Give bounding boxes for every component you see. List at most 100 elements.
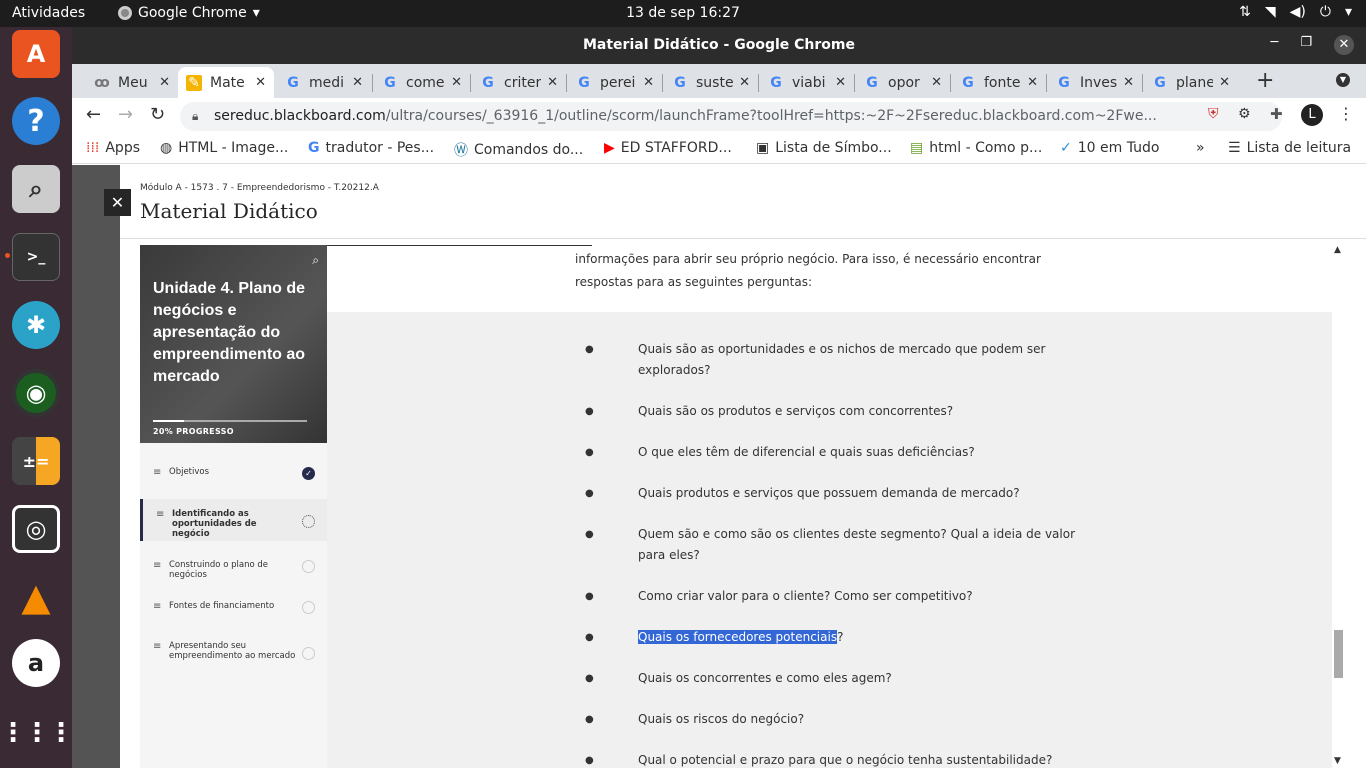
close-tab-icon[interactable]: ✕ xyxy=(451,75,462,90)
tab[interactable]: ꝏ Meu ✕ xyxy=(86,67,178,98)
screen-recorder-icon[interactable]: ◎ xyxy=(12,505,60,553)
tab[interactable]: G Inves ✕ xyxy=(1048,67,1142,98)
screenshot-icon[interactable]: ⌕ xyxy=(12,165,60,213)
bullet: ● xyxy=(585,591,594,602)
system-tray[interactable]: ⇅ ◥ ◀) ⏻ ▾ xyxy=(1239,4,1352,20)
bookmark-item[interactable]: ▶ ED STAFFORD... xyxy=(604,140,732,156)
menu-kebab-icon[interactable]: ⋮ xyxy=(1338,104,1354,123)
close-panel-button[interactable]: ✕ xyxy=(104,189,131,216)
nav-item-objetivos[interactable]: ≡ Objetivos ✓ xyxy=(140,467,327,480)
close-tab-icon[interactable]: ✕ xyxy=(643,75,654,90)
new-tab-icon[interactable]: + xyxy=(1256,68,1274,93)
list-item: ● Quais são as oportunidades e os nichos … xyxy=(585,339,1078,381)
search-icon[interactable]: ⌕ xyxy=(312,253,319,268)
intro-block: informações para abrir seu próprio negóc… xyxy=(327,245,1332,312)
extensions-puzzle-icon[interactable]: ✚ xyxy=(1270,105,1283,123)
tab-active[interactable]: ✎ Mate ✕ xyxy=(178,67,274,98)
material-panel: Módulo A - 1573 . 7 - Empreendedorismo -… xyxy=(104,165,1366,768)
help-icon[interactable]: ? xyxy=(12,97,60,145)
close-tab-icon[interactable]: ✕ xyxy=(1027,75,1038,90)
forward-icon[interactable]: → xyxy=(118,104,133,125)
url-path: /ultra/courses/_63916_1/outline/scorm/la… xyxy=(385,108,1157,124)
bookmark-label: tradutor - Pes... xyxy=(325,140,435,156)
reading-list[interactable]: ☰ Lista de leitura xyxy=(1228,140,1351,156)
tab-search-icon[interactable]: ▼ xyxy=(1336,73,1350,87)
close-tab-icon[interactable]: ✕ xyxy=(1219,75,1230,90)
bookmark-item[interactable]: ◍ HTML - Image... xyxy=(160,140,288,156)
tab[interactable]: G fonte ✕ xyxy=(952,67,1046,98)
tab[interactable]: G plane ✕ xyxy=(1144,67,1238,98)
bullet: ● xyxy=(585,488,594,499)
amazon-icon[interactable]: a xyxy=(12,639,60,687)
close-tab-icon[interactable]: ✕ xyxy=(1123,75,1134,90)
tab-label: medi xyxy=(309,74,345,91)
nav-item-fontes[interactable]: ≡ Fontes de financiamento xyxy=(140,601,327,614)
text-lines-icon: ≡ xyxy=(153,467,162,478)
text-lines-icon: ≡ xyxy=(153,601,162,612)
close-tab-icon[interactable]: ✕ xyxy=(547,75,558,90)
bookmark-item[interactable]: Gtradutor - Pes... xyxy=(308,140,434,156)
bookmark-label: html - Como p... xyxy=(929,140,1043,156)
software-center-icon[interactable]: A xyxy=(12,30,60,78)
nav-item-apresentando[interactable]: ≡ Apresentando seu empreendimento ao mer… xyxy=(140,641,327,661)
close-tab-icon[interactable]: ✕ xyxy=(931,75,942,90)
blackboard-icon: ꝏ xyxy=(94,74,110,91)
bookmarks-overflow[interactable]: » xyxy=(1196,140,1205,156)
extension-icon[interactable]: ⚙ xyxy=(1238,106,1251,122)
bullet: ● xyxy=(585,632,594,643)
network-icon: ⇅ xyxy=(1239,4,1251,20)
close-tab-icon[interactable]: ✕ xyxy=(739,75,750,90)
window-titlebar: Material Didático - Google Chrome ─ ❐ ✕ xyxy=(72,27,1366,64)
address-bar[interactable]: 🔒︎ sereduc.blackboard.com/ultra/courses/… xyxy=(180,102,1282,131)
tab[interactable]: G medi ✕ xyxy=(277,67,371,98)
app-menu[interactable]: Google Chrome ▾ xyxy=(118,5,260,21)
bookmark-apps[interactable]: ⁞⁞⁞ Apps xyxy=(86,140,140,156)
scroll-down-icon[interactable]: ▼ xyxy=(1334,756,1341,766)
bookmark-label: ED STAFFORD... xyxy=(620,140,732,156)
tab-label: opor xyxy=(888,74,920,91)
maximize-icon[interactable]: ❐ xyxy=(1300,35,1312,55)
vlc-icon[interactable]: ▲ xyxy=(12,573,60,621)
google-icon: G xyxy=(866,74,878,91)
close-tab-icon[interactable]: ✕ xyxy=(159,75,170,90)
extension-shield-icon[interactable]: ⛨ xyxy=(1208,106,1219,122)
tab[interactable]: G viabi ✕ xyxy=(760,67,854,98)
bookmark-item[interactable]: ▣ Lista de Símbo... xyxy=(756,140,892,156)
tab[interactable]: G perei ✕ xyxy=(568,67,662,98)
list-item: ● Quem são e como são os clientes deste s… xyxy=(585,524,1078,566)
tab[interactable]: G come ✕ xyxy=(374,67,470,98)
nav-item-identificando[interactable]: ≡ Identificando as oportunidades de negó… xyxy=(140,499,327,541)
close-tab-icon[interactable]: ✕ xyxy=(352,75,363,90)
tab[interactable]: G opor ✕ xyxy=(856,67,950,98)
activities-button[interactable]: Atividades xyxy=(12,5,85,21)
minimize-icon[interactable]: ─ xyxy=(1271,35,1279,55)
calculator-icon[interactable]: ±= xyxy=(12,437,60,485)
camera-app-icon[interactable]: ◉ xyxy=(12,369,60,417)
bullet: ● xyxy=(585,714,594,725)
tab-label: plane xyxy=(1176,74,1214,91)
chevron-down-icon: ▾ xyxy=(1344,4,1352,20)
close-tab-icon[interactable]: ✕ xyxy=(835,75,846,90)
selected-text[interactable]: Quais os fornecedores potenciais xyxy=(638,630,838,644)
list-item-text: Como criar valor para o cliente? Como se… xyxy=(638,589,973,603)
scrollbar-thumb[interactable] xyxy=(1334,630,1343,678)
bookmark-item[interactable]: ✓ 10 em Tudo xyxy=(1060,140,1159,156)
status-circle-icon xyxy=(302,560,315,573)
content-scrollbar[interactable]: ▲ ▼ xyxy=(1332,245,1346,768)
bookmark-item[interactable]: ▤ html - Como p... xyxy=(910,140,1042,156)
reload-icon[interactable]: ↻ xyxy=(150,104,165,125)
list-item-text-rest: ? xyxy=(837,630,844,644)
show-apps-icon[interactable]: ⋮⋮⋮ xyxy=(0,709,74,757)
bookmark-item[interactable]: Ⓦ Comandos do... xyxy=(454,140,583,160)
tab[interactable]: G criter ✕ xyxy=(472,67,566,98)
close-window-icon[interactable]: ✕ xyxy=(1334,35,1354,55)
nav-item-construindo[interactable]: ≡ Construindo o plano de negócios xyxy=(140,560,327,580)
back-icon[interactable]: ← xyxy=(86,104,101,125)
tab[interactable]: G suste ✕ xyxy=(664,67,758,98)
volume-icon: ◀) xyxy=(1289,4,1306,20)
close-tab-icon[interactable]: ✕ xyxy=(255,75,266,90)
terminal-icon[interactable]: >_ xyxy=(12,233,60,281)
vscode-icon[interactable]: ✱ xyxy=(12,301,60,349)
profile-avatar[interactable]: L xyxy=(1301,104,1323,126)
scroll-up-icon[interactable]: ▲ xyxy=(1334,245,1341,255)
